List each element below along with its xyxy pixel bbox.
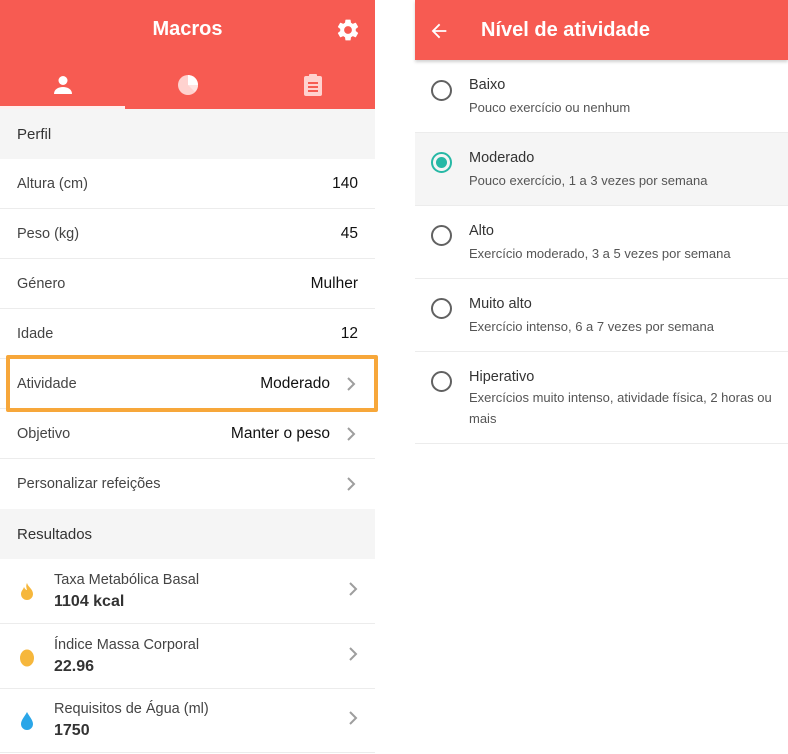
row-goal[interactable]: Objetivo Manter o peso <box>0 409 375 459</box>
row-value: Mulher <box>310 274 358 292</box>
option-description: Pouco exercício ou nenhum <box>469 100 631 115</box>
option-title: Moderado <box>469 150 535 166</box>
result-bmr[interactable]: Taxa Metabólica Basal 1104 kcal <box>0 560 375 624</box>
row-gender[interactable]: Género Mulher <box>0 259 375 309</box>
clipboard-icon <box>303 73 322 96</box>
row-height[interactable]: Altura (cm) 140 <box>0 159 375 209</box>
option-description: Pouco exercício, 1 a 3 vezes por semana <box>469 173 708 188</box>
option-low[interactable]: Baixo Pouco exercício ou nenhum <box>415 60 788 133</box>
radio-button-selected[interactable] <box>431 152 452 173</box>
option-hyperactive[interactable]: Hiperativo Exercícios muito intenso, ati… <box>415 352 788 444</box>
activity-highlight-box <box>6 355 378 412</box>
back-arrow-icon[interactable] <box>428 20 450 42</box>
row-label: Altura (cm) <box>17 175 88 192</box>
chevron-right-icon <box>346 477 358 491</box>
result-label: Requisitos de Água (ml) <box>54 701 209 717</box>
tab-charts[interactable] <box>125 60 250 109</box>
app-bar: Nível de atividade <box>415 0 788 60</box>
option-description: Exercícios muito intenso, atividade físi… <box>469 390 772 426</box>
chevron-right-icon <box>348 582 358 601</box>
radio-button[interactable] <box>431 225 452 246</box>
row-value: 45 <box>340 224 358 242</box>
section-results: Resultados <box>0 509 375 559</box>
row-value: 12 <box>340 324 358 342</box>
row-value: Manter o peso <box>230 424 330 442</box>
result-value: 1104 kcal <box>54 593 125 610</box>
radio-button[interactable] <box>431 371 452 392</box>
option-high[interactable]: Alto Exercício moderado, 3 a 5 vezes por… <box>415 206 788 279</box>
screen-title: Nível de atividade <box>481 19 650 41</box>
option-title: Baixo <box>469 77 506 93</box>
row-customize-meals[interactable]: Personalizar refeições <box>0 459 375 509</box>
option-description: Exercício moderado, 3 a 5 vezes por sema… <box>469 246 731 261</box>
option-title: Muito alto <box>469 296 532 312</box>
radio-button[interactable] <box>431 80 452 101</box>
pie-chart-icon <box>177 74 198 95</box>
app-bar: Macros <box>0 0 375 109</box>
chevron-right-icon <box>348 711 358 730</box>
row-label: Personalizar refeições <box>17 476 161 492</box>
result-bmi[interactable]: Índice Massa Corporal 22.96 <box>0 625 375 689</box>
option-description: Exercício intenso, 6 a 7 vezes por seman… <box>469 319 714 334</box>
person-icon <box>53 75 72 94</box>
chevron-right-icon <box>348 647 358 666</box>
row-value: 140 <box>332 174 358 192</box>
option-title: Hiperativo <box>469 369 535 385</box>
result-label: Índice Massa Corporal <box>54 637 200 653</box>
row-label: Género <box>17 275 66 292</box>
gear-icon[interactable] <box>335 17 361 43</box>
result-water[interactable]: Requisitos de Água (ml) 1750 <box>0 689 375 753</box>
row-age[interactable]: Idade 12 <box>0 309 375 359</box>
option-title: Alto <box>469 223 494 239</box>
macros-screen: Macros Perfil Altura (cm) 140 Peso (kg) … <box>0 0 378 754</box>
row-label: Idade <box>17 325 54 342</box>
result-label: Taxa Metabólica Basal <box>54 572 200 588</box>
water-drop-icon <box>17 710 37 732</box>
row-weight[interactable]: Peso (kg) 45 <box>0 209 375 259</box>
tab-meals[interactable] <box>250 60 375 109</box>
option-moderate[interactable]: Moderado Pouco exercício, 1 a 3 vezes po… <box>415 133 788 206</box>
flame-icon <box>17 581 37 603</box>
tab-profile[interactable] <box>0 60 125 109</box>
app-title: Macros <box>152 18 223 40</box>
egg-icon <box>17 646 37 668</box>
chevron-right-icon <box>346 426 358 441</box>
section-profile: Perfil <box>0 109 375 159</box>
option-very-high[interactable]: Muito alto Exercício intenso, 6 a 7 veze… <box>415 279 788 352</box>
radio-button[interactable] <box>431 298 452 319</box>
result-value: 22.96 <box>54 658 95 675</box>
activity-level-screen: Nível de atividade Baixo Pouco exercício… <box>415 0 788 754</box>
row-label: Peso (kg) <box>17 225 80 242</box>
row-label: Objetivo <box>17 425 71 442</box>
tab-bar <box>0 60 375 109</box>
result-value: 1750 <box>54 722 90 739</box>
